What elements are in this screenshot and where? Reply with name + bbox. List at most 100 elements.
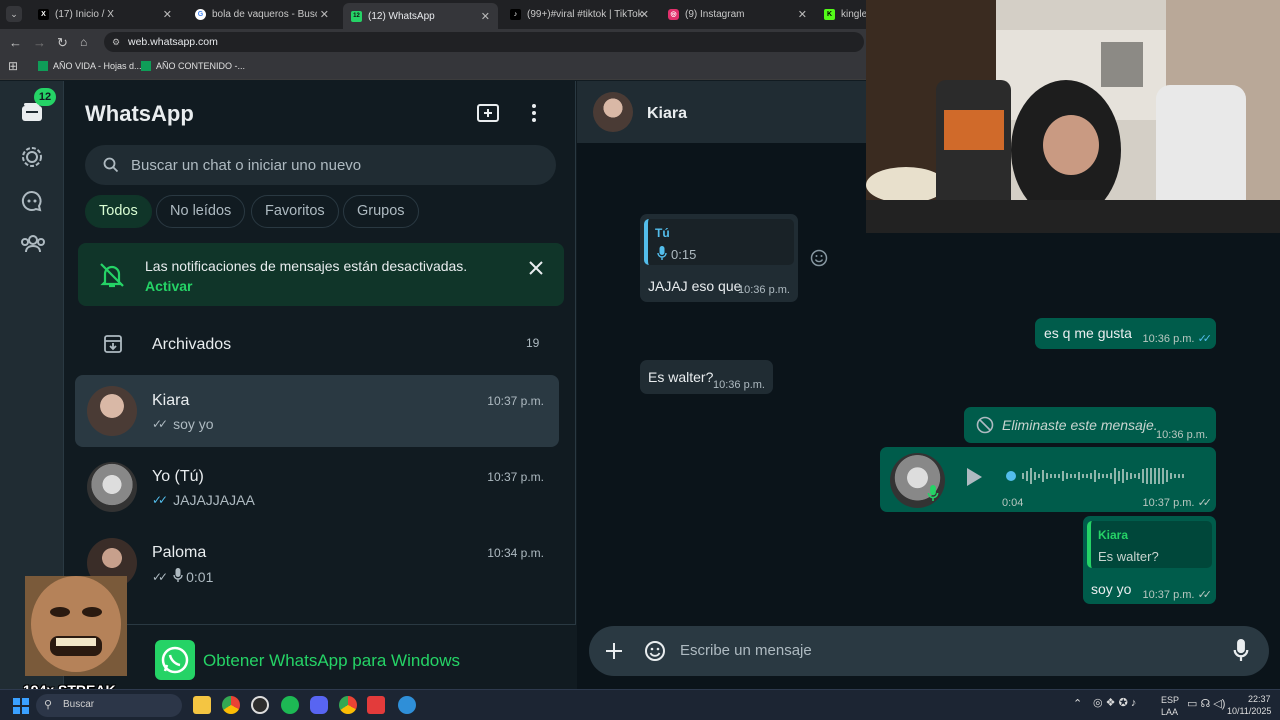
bookmark-label: AÑO VIDA - Hojas d...: [53, 61, 142, 71]
tab-instagram[interactable]: ◎ (9) Instagram ✕: [660, 3, 815, 25]
sheets-icon: [38, 61, 48, 71]
chat-name: Yo (Tú): [152, 468, 204, 485]
kick-logo-icon: K: [824, 8, 835, 20]
clock-time[interactable]: 22:37: [1248, 694, 1271, 704]
preview-text: 0:01: [186, 568, 214, 585]
filter-todos[interactable]: Todos: [85, 195, 152, 228]
mic-icon[interactable]: [1233, 639, 1249, 666]
get-whatsapp-text: Obtener WhatsApp para Windows: [203, 651, 461, 670]
site-info-icon[interactable]: ⚙: [112, 32, 120, 52]
emoji-react-icon[interactable]: [810, 249, 828, 272]
close-icon[interactable]: [528, 260, 544, 281]
unread-chats-badge: 12: [34, 88, 56, 106]
network-volume-icons[interactable]: ▭ ☊ ◁): [1187, 697, 1225, 710]
message-time: 10:36 p.m.: [713, 379, 765, 391]
voice-message[interactable]: 0:04 10:37 p.m. ✓✓: [880, 447, 1216, 512]
language-indicator[interactable]: ESP: [1161, 695, 1179, 705]
bookmark-ano-contenido[interactable]: AÑO CONTENIDO -...: [141, 61, 245, 71]
double-check-icon: ✓✓: [1197, 497, 1213, 509]
chat-preview: ✓✓ soy yo: [152, 416, 214, 432]
chat-row-kiara[interactable]: Kiara 10:37 p.m. ✓✓ soy yo: [75, 375, 559, 447]
archived-row[interactable]: Archivados 19: [65, 319, 576, 369]
message-time: 10:36 p.m. ✓✓: [1143, 332, 1213, 345]
emoji-icon[interactable]: [644, 640, 666, 667]
address-field[interactable]: ⚙ web.whatsapp.com: [104, 32, 864, 52]
composer-placeholder: Escribe un mensaje: [680, 642, 812, 659]
activate-link[interactable]: Activar: [145, 278, 192, 294]
channels-icon[interactable]: [20, 189, 44, 213]
globe-icon[interactable]: [398, 696, 416, 714]
contact-name: Kiara: [647, 105, 688, 122]
attach-plus-icon[interactable]: [605, 642, 623, 665]
taskbar-search[interactable]: ⚲ Buscar: [36, 694, 182, 717]
windows-start-icon[interactable]: [13, 698, 29, 719]
tab-label: (12) WhatsApp: [368, 10, 435, 22]
message-text: soy yo: [1091, 581, 1132, 597]
filter-no-leidos[interactable]: No leídos: [156, 195, 246, 228]
close-tab-icon[interactable]: ✕: [798, 8, 807, 21]
chat-time: 10:34 p.m.: [487, 546, 544, 560]
communities-icon[interactable]: [20, 232, 45, 256]
message-outgoing[interactable]: es q me gusta 10:36 p.m. ✓✓: [1035, 318, 1216, 349]
filter-grupos[interactable]: Grupos: [343, 195, 419, 228]
tab-label: bola de vaqueros - Buscar con Google: [212, 8, 317, 20]
play-icon[interactable]: [964, 467, 984, 490]
get-whatsapp-banner[interactable]: Obtener WhatsApp para Windows: [65, 624, 576, 689]
message-incoming[interactable]: Tú 0:15 JAJAJ eso que 10:36 p.m.: [640, 214, 798, 302]
home-icon[interactable]: ⌂: [80, 35, 87, 49]
message-incoming[interactable]: Es walter? 10:36 p.m.: [640, 360, 773, 394]
chat-row-paloma[interactable]: Paloma 10:34 p.m. ✓✓ 0:01: [75, 527, 559, 599]
search-input[interactable]: Buscar un chat o iniciar uno nuevo: [85, 145, 556, 185]
quoted-message[interactable]: Kiara Es walter?: [1087, 521, 1212, 568]
spotify-icon[interactable]: [281, 696, 299, 714]
quote-text: Es walter?: [1098, 549, 1159, 564]
chat-preview: ✓✓ 0:01: [152, 568, 213, 585]
close-tab-icon[interactable]: ✕: [163, 8, 172, 21]
chrome-alt-icon[interactable]: [339, 696, 357, 714]
back-icon[interactable]: ←: [9, 35, 22, 50]
obs-icon[interactable]: [251, 696, 269, 714]
forward-icon[interactable]: →: [33, 35, 46, 50]
apps-icon[interactable]: ⊞: [8, 59, 18, 73]
status-icon[interactable]: [20, 145, 44, 169]
time-text: 10:37 p.m.: [1142, 589, 1195, 601]
filter-favoritos[interactable]: Favoritos: [251, 195, 339, 228]
close-tab-icon[interactable]: ✕: [320, 8, 329, 21]
search-icon: [103, 157, 119, 178]
discord-icon[interactable]: [310, 696, 328, 714]
file-explorer-icon[interactable]: [193, 696, 211, 714]
chrome-icon[interactable]: [222, 696, 240, 714]
contact-avatar[interactable]: [593, 92, 633, 132]
streak-sticker: 194x STREAK: [20, 574, 132, 698]
reload-icon[interactable]: ↻: [57, 35, 68, 51]
tab-kick[interactable]: K kingleo: [816, 3, 866, 25]
menu-icon[interactable]: [531, 103, 537, 128]
tab-search-button[interactable]: ⌄: [6, 6, 22, 22]
waveform[interactable]: [1004, 464, 1194, 488]
close-tab-icon[interactable]: ✕: [481, 10, 490, 23]
close-tab-icon[interactable]: ✕: [640, 8, 649, 21]
instagram-logo-icon: ◎: [668, 8, 679, 20]
app-red-icon[interactable]: [367, 696, 385, 714]
tray-icons[interactable]: ◎ ❖ ✪ ♪: [1093, 696, 1136, 709]
tab-x[interactable]: X (17) Inicio / X ✕: [30, 3, 180, 25]
quote-author: Kiara: [1098, 528, 1129, 542]
bookmark-ano-vida[interactable]: AÑO VIDA - Hojas d...: [38, 61, 142, 71]
message-outgoing[interactable]: Kiara Es walter? soy yo 10:37 p.m. ✓✓: [1083, 516, 1216, 604]
tab-tiktok[interactable]: ♪ (99+)#viral #tiktok | TikTok ✕: [502, 3, 657, 25]
whatsapp-logo-icon: 12: [351, 10, 362, 22]
new-chat-icon[interactable]: [477, 103, 499, 128]
chevron-up-icon[interactable]: ⌃: [1073, 697, 1082, 710]
chat-time: 10:37 p.m.: [487, 470, 544, 484]
archive-icon: [103, 334, 123, 359]
clock-date: 10/11/2025: [1227, 706, 1272, 716]
message-time: 10:36 p.m.: [1156, 429, 1208, 441]
double-check-icon: ✓✓: [152, 569, 168, 584]
quoted-message[interactable]: Tú 0:15: [644, 219, 794, 265]
message-input[interactable]: Escribe un mensaje: [589, 626, 1269, 676]
chat-row-yo[interactable]: Yo (Tú) 10:37 p.m. ✓✓ JAJAJJAJAA: [75, 451, 559, 523]
tab-google[interactable]: G bola de vaqueros - Buscar con Google ✕: [187, 3, 337, 25]
message-deleted[interactable]: Eliminaste este mensaje. 10:36 p.m.: [964, 407, 1216, 443]
search-placeholder: Buscar un chat o iniciar uno nuevo: [131, 157, 362, 174]
tab-whatsapp[interactable]: 12 (12) WhatsApp ✕: [343, 3, 498, 29]
